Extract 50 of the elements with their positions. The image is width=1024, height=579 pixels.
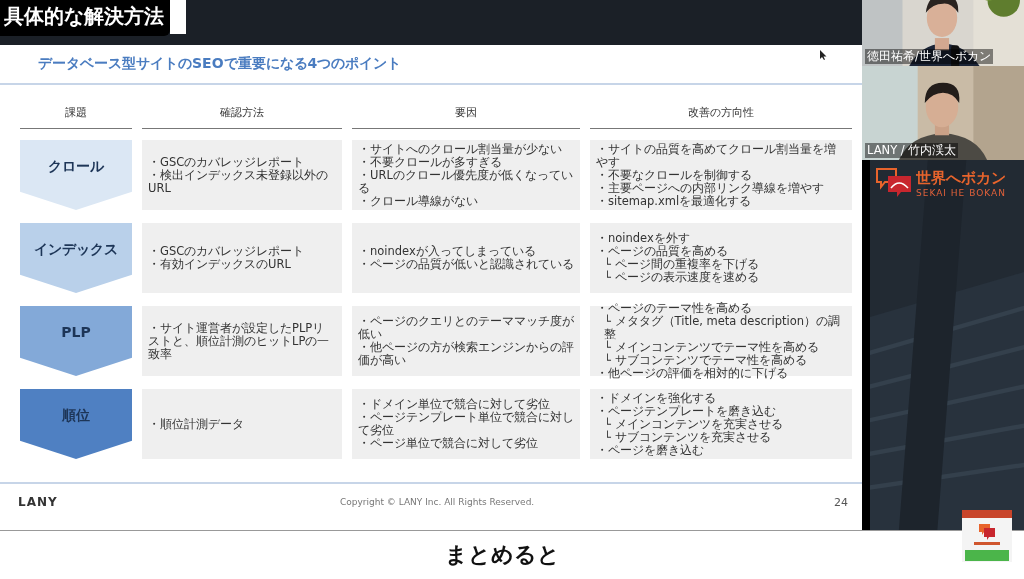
cell-text: ・ドメイン単位で競合に対して劣位 <box>358 398 551 411</box>
cell-text: ・有効インデックスのURL <box>148 258 292 271</box>
cell-text: ・不要なクロールを制御する <box>596 168 753 182</box>
copyright-text: Copyright © LANY Inc. All Rights Reserved. <box>340 497 535 507</box>
cursor-icon <box>820 50 827 60</box>
cell-text: └ ページの表示速度を速める <box>603 271 760 284</box>
cell-text: ・URLのクロール優先度が低くなっている <box>358 168 574 195</box>
column-header: 課題 <box>20 105 132 129</box>
cell-text: ・ページのクエリとのテーママッチ度が低い <box>358 315 574 341</box>
slide-brand: LANY <box>18 495 58 509</box>
cell-text: └ サブコンテンツを充実させる <box>603 430 771 444</box>
cell-text: ・検出インデックス未登録以外のURL <box>148 168 329 195</box>
cell-text: ・クロール導線がない <box>358 194 479 208</box>
cell-text: ・noindexが入ってしまっている <box>358 245 537 258</box>
column-header: 確認方法 <box>142 105 342 129</box>
cell-text: └ ページ間の重複率を下げる <box>603 258 760 271</box>
cell-text: ・GSCのカバレッジレポート <box>148 155 306 169</box>
cell-text: ・ページテンプレート単位で競合に対して劣位 <box>358 411 574 437</box>
cell-text: ・ページテンプレートを磨き込む <box>596 404 777 418</box>
issue-label: 順位 <box>20 389 132 459</box>
cell-text: ・サイト運営者が設定したPLPリストと、順位計測のヒットLPの一致率 <box>148 321 331 361</box>
cell-text: └ サブコンテンツでテーマ性を高める <box>603 354 808 367</box>
cell-text: ・サイトへのクロール割当量が少ない <box>358 142 563 156</box>
cell-text: ・サイトの品質を高めてクロール割当量を増やす <box>596 142 837 169</box>
cell-text: ・ページを磨き込む <box>596 443 704 457</box>
cell-text: ・GSCのカバレッジレポート <box>148 245 306 258</box>
cell-text: ・不要クロールが多すぎる <box>358 155 503 169</box>
cell-text: ・noindexを外す <box>596 232 691 245</box>
issue-label: インデックス <box>20 223 132 293</box>
cell-text: └ メインコンテンツでテーマ性を高める <box>603 341 820 354</box>
cell-text: ・sitemap.xmlを最適化する <box>596 194 752 208</box>
cell-text: └ メインコンテンツを充実させる <box>603 417 784 431</box>
video-title: 具体的な解決方法 <box>0 0 170 36</box>
cell-text: ・ページ単位で競合に対して劣位 <box>358 437 539 450</box>
page-number: 24 <box>834 495 848 509</box>
slide-title: データベース型サイトのSEOで重要になる4つのポイント <box>38 55 402 73</box>
column-header: 改善の方向性 <box>590 105 852 129</box>
cell-text: ・他ページの方が検索エンジンからの評価が高い <box>358 341 574 367</box>
cell-text: ・ページの品質を高める <box>596 245 729 258</box>
issue-label: クロール <box>20 140 132 210</box>
cell-text: ・順位計測データ <box>148 417 245 431</box>
cell-text: └ メタタグ（Title, meta description）の調整 <box>603 315 841 341</box>
cell-text: ・ページの品質が低いと認識されている <box>358 258 574 271</box>
subtitle-caption: まとめると <box>444 541 560 569</box>
issue-label: PLP <box>20 306 132 376</box>
column-header: 要因 <box>352 105 580 129</box>
cell-text: ・ドメインを強化する <box>596 391 717 405</box>
cell-text: ・主要ページへの内部リンク導線を増やす <box>596 181 825 195</box>
cell-text: ・ページのテーマ性を高める <box>596 302 753 315</box>
cell-text: ・他ページの評価を相対的に下げる <box>596 367 789 380</box>
